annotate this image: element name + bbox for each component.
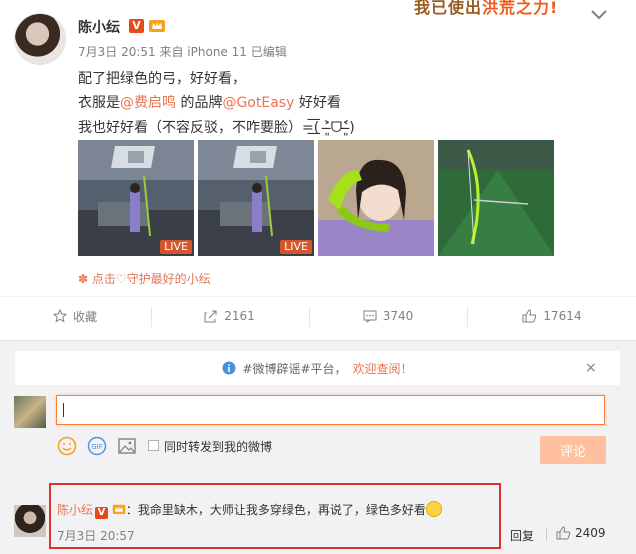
notice-link[interactable]: 欢迎查阅！ [353, 360, 413, 377]
verified-badge: V [95, 507, 109, 519]
comment-like-button[interactable]: 2409 [556, 526, 606, 540]
archery-range-image [78, 140, 194, 256]
mention-link[interactable]: @GotEasy [222, 95, 294, 111]
reply-button[interactable]: 回复 [510, 527, 534, 544]
banner-highlight: 洪荒之力 [482, 0, 551, 17]
promo-banner: 我已使出洪荒之力! [414, 0, 558, 18]
smile-emoji-icon [425, 501, 442, 517]
current-user-avatar [14, 396, 46, 428]
like-button[interactable]: 17614 [468, 300, 636, 332]
info-icon [222, 361, 236, 375]
post-text-line-3: 我也好好看（不容反驳，不咋要脸）=͟͟͞͞( ˃̶͈̀ᗜ˂̶͈́) [78, 120, 355, 136]
comment-body: ：我命里缺木，大师让我多穿绿色，再说了，绿色多好看 [125, 503, 426, 517]
comment-text: 陈小纭 V ：我命里缺木，大师让我多穿绿色，再说了，绿色多好看 [57, 501, 442, 519]
thumbs-up-icon [556, 526, 571, 540]
commenter-avatar[interactable] [14, 505, 46, 537]
favorite-button[interactable]: 收藏 [0, 300, 150, 332]
archery-range-image [198, 140, 314, 256]
line2-suffix: 好好看 [294, 95, 341, 111]
comment-icon [363, 310, 377, 323]
post-photo[interactable] [318, 140, 434, 256]
emoji-icon[interactable] [57, 436, 77, 456]
comment-input[interactable] [56, 395, 605, 425]
chevron-down-icon[interactable] [588, 6, 610, 24]
promo-text: 点击♡守护最好的小纭 [91, 272, 211, 286]
comment-count: 3740 [382, 309, 414, 323]
post-text-line-2: 衣服是@费启鸣 的品牌@GotEasy 好好看 [78, 92, 341, 112]
submit-comment-button[interactable]: 评论 [540, 436, 606, 464]
banner-suffix: ! [550, 0, 559, 17]
divider [546, 528, 547, 541]
commenter-name[interactable]: 陈小纭 [57, 503, 93, 517]
repost-count: 2161 [224, 309, 255, 323]
post-photo[interactable]: LIVE [198, 140, 314, 256]
svg-text:GIF: GIF [91, 443, 103, 451]
gif-icon[interactable]: GIF [87, 436, 107, 456]
like-count: 17614 [543, 309, 582, 323]
banner-prefix: 我已使出 [414, 0, 483, 17]
flower-icon: ✽ [78, 272, 92, 286]
notice-text: #微博辟谣#平台， [242, 361, 347, 376]
favorite-label: 收藏 [72, 309, 97, 324]
promo-link[interactable]: ✽ 点击♡守护最好的小纭 [78, 270, 211, 287]
post-text-line-1: 配了把绿色的弓，好好看， [78, 71, 246, 87]
post-photo[interactable] [438, 140, 554, 256]
line2-middle: 的品牌 [176, 95, 223, 111]
verified-badge: V [129, 19, 144, 33]
also-repost-label: 同时转发到我的微博 [164, 440, 273, 454]
thumbs-up-icon [522, 309, 537, 323]
author-name[interactable]: 陈小纭 [78, 17, 120, 37]
line2-prefix: 衣服是 [78, 95, 120, 111]
rumor-notice: #微博辟谣#平台， 欢迎查阅！ [15, 351, 620, 385]
crown-icon [149, 20, 165, 32]
comment-time: 7月3日 20:57 [57, 529, 135, 543]
comment-button[interactable]: 3740 [310, 300, 466, 332]
close-icon[interactable]: × [585, 360, 597, 376]
repost-icon [204, 310, 217, 323]
post-meta: 7月3日 20:51 来自 iPhone 11 已编辑 [78, 45, 287, 59]
author-avatar[interactable] [14, 13, 66, 65]
bow-on-grass-image [438, 140, 554, 256]
text-caret [63, 403, 64, 417]
image-icon[interactable] [117, 436, 137, 456]
repost-button[interactable]: 2161 [152, 300, 307, 332]
also-repost-checkbox[interactable] [148, 440, 159, 451]
live-badge: LIVE [160, 240, 192, 254]
star-icon [52, 309, 67, 323]
post-photo[interactable]: LIVE [78, 140, 194, 256]
crown-icon [112, 504, 126, 515]
mention-link[interactable]: @费启鸣 [120, 95, 176, 111]
live-badge: LIVE [280, 240, 312, 254]
selfie-image [318, 140, 434, 256]
comment-like-count: 2409 [575, 526, 606, 540]
